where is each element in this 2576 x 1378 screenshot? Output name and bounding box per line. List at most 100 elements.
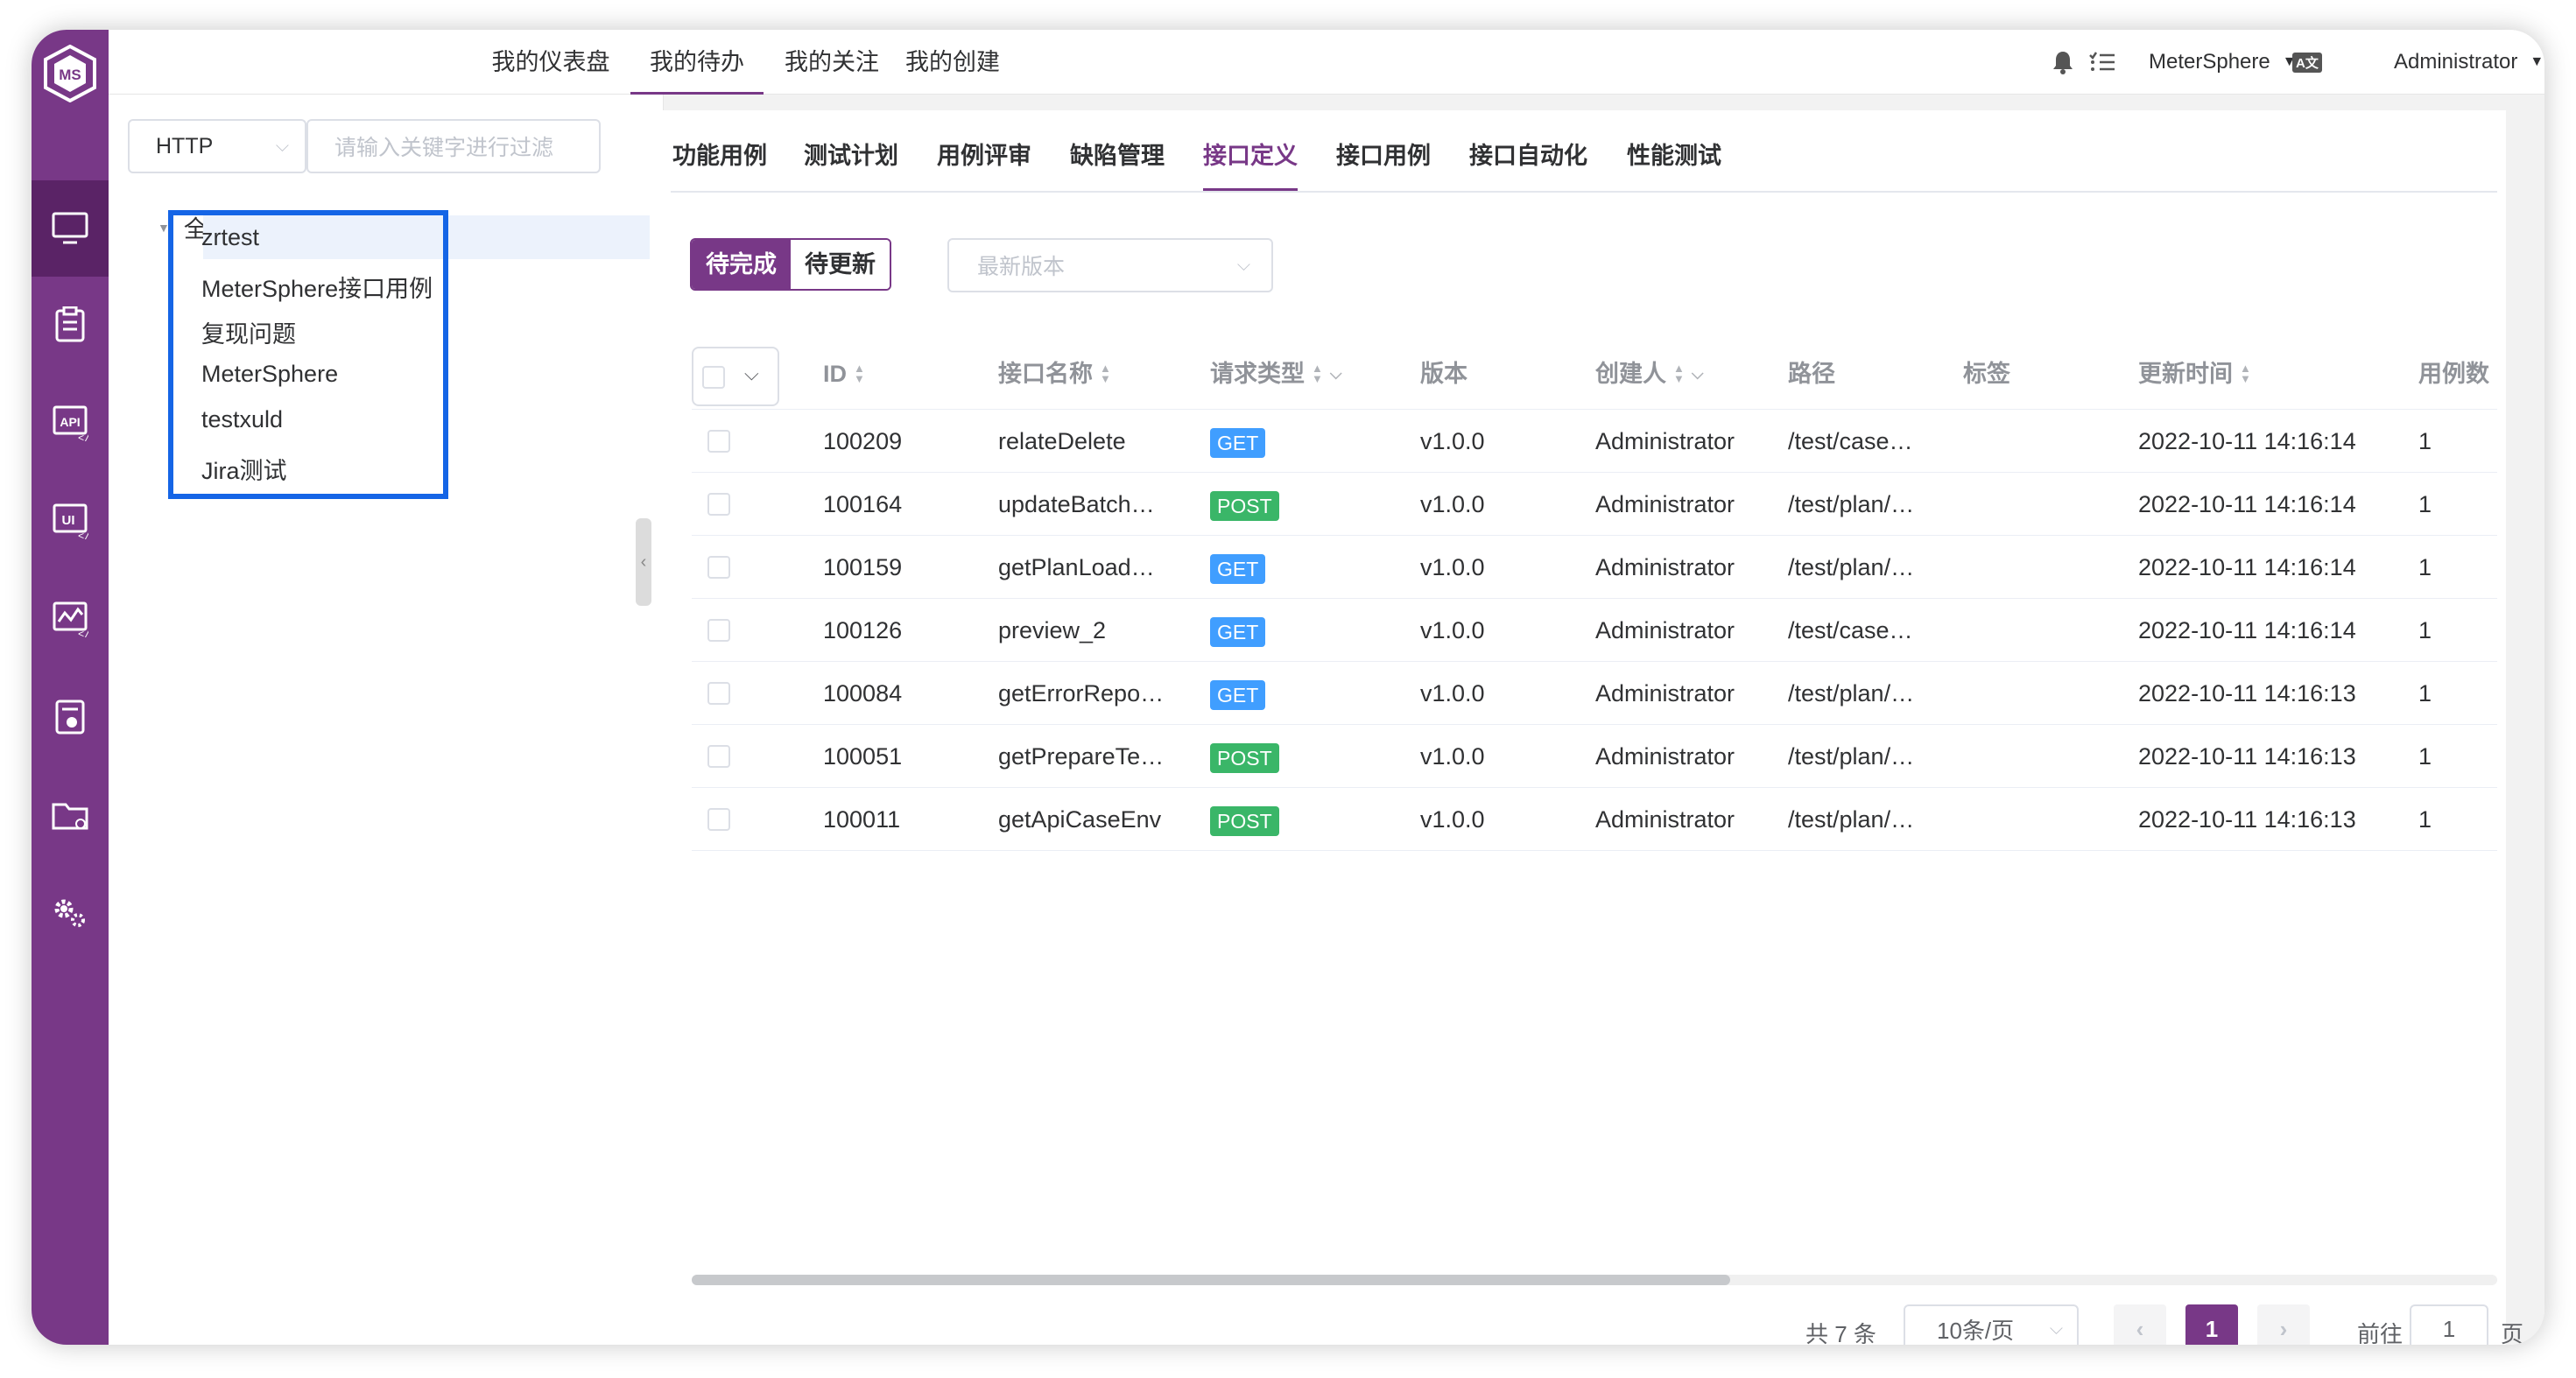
track-nav-icon[interactable] <box>32 277 109 373</box>
tab-performance-test[interactable]: 性能测试 <box>1627 137 1721 191</box>
cell-creator: Administrator <box>1595 554 1735 580</box>
sort-icon[interactable]: ▲ ▼ <box>1673 362 1685 384</box>
cell-version: v1.0.0 <box>1420 491 1485 517</box>
tab-api-case[interactable]: 接口用例 <box>1336 137 1431 191</box>
monitor-icon <box>52 212 88 244</box>
cell-method: POST <box>1210 725 1279 788</box>
col-method[interactable]: 请求类型 ▲ ▼ ⌵ <box>1210 338 1342 410</box>
row-checkbox[interactable] <box>707 682 730 705</box>
cell-path: /test/case… <box>1788 617 1913 643</box>
page-size-select[interactable]: 10条/页 ⌵ <box>1904 1304 2079 1345</box>
api-nav-icon[interactable]: API </> <box>32 375 109 471</box>
tab-defect-management[interactable]: 缺陷管理 <box>1070 137 1165 191</box>
user-menu[interactable]: Administrator ▼ <box>2394 30 2544 95</box>
select-all-dropdown[interactable]: ⌵ <box>692 347 779 406</box>
performance-nav-icon[interactable]: </> <box>32 571 109 667</box>
table-row[interactable]: 100164 updateBatch… POST v1.0.0 Administrato… <box>692 473 2497 536</box>
cell-path: /test/plan/… <box>1788 554 1915 580</box>
tab-test-plan[interactable]: 测试计划 <box>804 137 898 191</box>
notification-bell-icon[interactable] <box>2052 30 2073 95</box>
sort-icon[interactable]: ▲ ▼ <box>1100 362 1111 384</box>
goto-page-input[interactable]: 1 <box>2410 1304 2488 1345</box>
project-nav-icon[interactable] <box>32 767 109 863</box>
row-checkbox[interactable] <box>707 493 730 516</box>
cell-id: 100209 <box>823 428 903 454</box>
col-id[interactable]: ID ▲ ▼ <box>823 338 865 410</box>
cell-case-count: 1 <box>2418 554 2432 580</box>
ui-icon: UI</> <box>53 503 88 539</box>
collapse-handle-icon[interactable]: ‹ <box>636 518 651 606</box>
cell-case-count: 1 <box>2418 680 2432 707</box>
table-row[interactable]: 100126 preview_2 GET v1.0.0 Administrator/te… <box>692 599 2497 662</box>
tabs-divider <box>671 191 2497 193</box>
next-page-button[interactable]: › <box>2257 1304 2310 1345</box>
sort-icon[interactable]: ▲ ▼ <box>2240 362 2251 384</box>
workspace-selector[interactable]: MeterSphere ▼ <box>2149 30 2297 95</box>
clipboard-icon <box>55 306 85 342</box>
cell-version: v1.0.0 <box>1420 680 1485 707</box>
logo[interactable]: MS <box>32 30 109 117</box>
toggle-pending-update[interactable]: 待更新 <box>791 240 890 289</box>
row-checkbox[interactable] <box>707 430 730 453</box>
col-creator[interactable]: 创建人 ▲ ▼ ⌵ <box>1595 338 1704 410</box>
cell-creator: Administrator <box>1595 680 1735 707</box>
tab-api-automation[interactable]: 接口自动化 <box>1469 137 1587 191</box>
row-checkbox[interactable] <box>707 619 730 642</box>
sort-icon[interactable]: ▲ ▼ <box>1312 362 1323 384</box>
row-checkbox[interactable] <box>707 808 730 831</box>
tab-case-review[interactable]: 用例评审 <box>937 137 1031 191</box>
svg-text:</>: </> <box>78 531 88 539</box>
table-row[interactable]: 100011 getApiCaseEnv POST v1.0.0 Administrat… <box>692 788 2497 851</box>
tab-my-follow[interactable]: 我的关注 <box>779 30 884 95</box>
language-switch[interactable]: A文 <box>2292 30 2322 95</box>
tab-functional-case[interactable]: 功能用例 <box>672 137 767 191</box>
cell-api-name: relateDelete <box>998 428 1126 454</box>
settings-nav-icon[interactable] <box>32 865 109 961</box>
workstation-nav-icon[interactable] <box>32 180 109 277</box>
cell-case-count: 1 <box>2418 491 2432 517</box>
cell-path: /test/plan/… <box>1788 491 1915 517</box>
select-all-checkbox[interactable] <box>702 366 725 389</box>
col-path: 路径 <box>1788 361 1835 387</box>
page-number-current[interactable]: 1 <box>2185 1304 2238 1345</box>
highlight-annotation-box <box>168 210 448 499</box>
col-updated[interactable]: 更新时间 ▲ ▼ <box>2138 338 2251 410</box>
cell-case-count: 1 <box>2418 743 2432 770</box>
prev-page-button[interactable]: ‹ <box>2114 1304 2166 1345</box>
status-toggle: 待完成 待更新 <box>690 238 891 291</box>
table-row[interactable]: 100159 getPlanLoad… GET v1.0.0 Administrator… <box>692 536 2497 599</box>
row-checkbox[interactable] <box>707 745 730 768</box>
table-row[interactable]: 100051 getPrepareTe… POST v1.0.0 Administrat… <box>692 725 2497 788</box>
table-row[interactable]: 100084 getErrorRepo… GET v1.0.0 Administrato… <box>692 662 2497 725</box>
filter-chevron-icon[interactable]: ⌵ <box>1692 338 1704 410</box>
ui-nav-icon[interactable]: UI</> <box>32 473 109 569</box>
toggle-pending-complete[interactable]: 待完成 <box>692 240 791 289</box>
col-case-count: 用例数 <box>2418 361 2489 387</box>
filter-chevron-icon[interactable]: ⌵ <box>1330 338 1342 410</box>
method-badge: GET <box>1210 427 1266 458</box>
cell-updated: 2022-10-11 14:16:13 <box>2138 743 2356 770</box>
cell-id: 100051 <box>823 743 903 770</box>
user-name: Administrator <box>2394 50 2518 74</box>
cell-api-name: getApiCaseEnv <box>998 806 1162 833</box>
task-list-icon[interactable] <box>2089 30 2115 95</box>
method-badge: GET <box>1210 616 1266 647</box>
protocol-select[interactable]: HTTP ⌵ <box>128 119 306 173</box>
version-placeholder: 最新版本 <box>977 255 1066 279</box>
tab-my-created[interactable]: 我的创建的 <box>900 30 1005 140</box>
tab-api-definition[interactable]: 接口定义 <box>1203 137 1298 191</box>
version-select[interactable]: 最新版本 ⌵ <box>947 238 1273 292</box>
horizontal-scrollbar[interactable] <box>692 1275 1730 1285</box>
table-row[interactable]: 100209 relateDelete GET v1.0.0 Administrator… <box>692 410 2497 473</box>
filter-input[interactable]: 请输入关键字进行过滤 <box>306 119 601 173</box>
metersphere-logo-icon: MS <box>44 45 96 102</box>
report-nav-icon[interactable] <box>32 669 109 765</box>
cell-method: GET <box>1210 410 1266 473</box>
sort-icon[interactable]: ▲ ▼ <box>854 362 865 384</box>
chevron-down-icon: ⌵ <box>275 136 289 156</box>
col-api-name[interactable]: 接口名称 ▲ ▼ <box>998 338 1111 410</box>
tab-my-dashboard[interactable]: 我的仪表盘 <box>487 30 615 95</box>
tab-my-todo[interactable]: 我的待办 <box>630 30 764 95</box>
method-badge: POST <box>1210 805 1279 836</box>
row-checkbox[interactable] <box>707 556 730 579</box>
